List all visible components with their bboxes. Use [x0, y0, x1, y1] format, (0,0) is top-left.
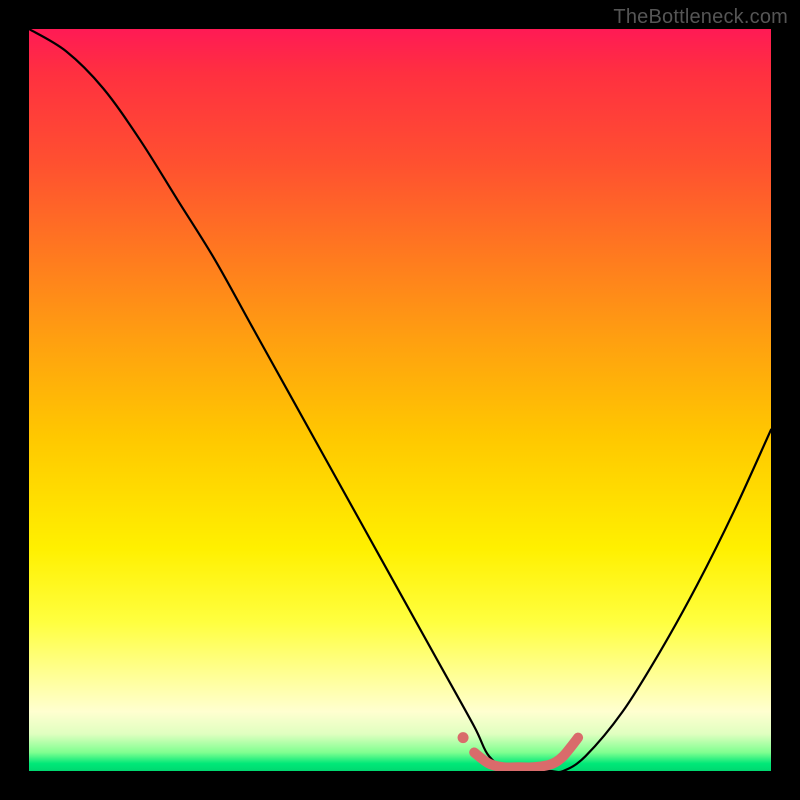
watermark-text: TheBottleneck.com: [613, 6, 788, 29]
chart-plot-area: [29, 29, 771, 771]
bottleneck-curve-line: [29, 29, 771, 771]
optimal-marker-dot: [458, 732, 469, 743]
optimal-marker-line: [474, 738, 578, 768]
chart-svg: [29, 29, 771, 771]
